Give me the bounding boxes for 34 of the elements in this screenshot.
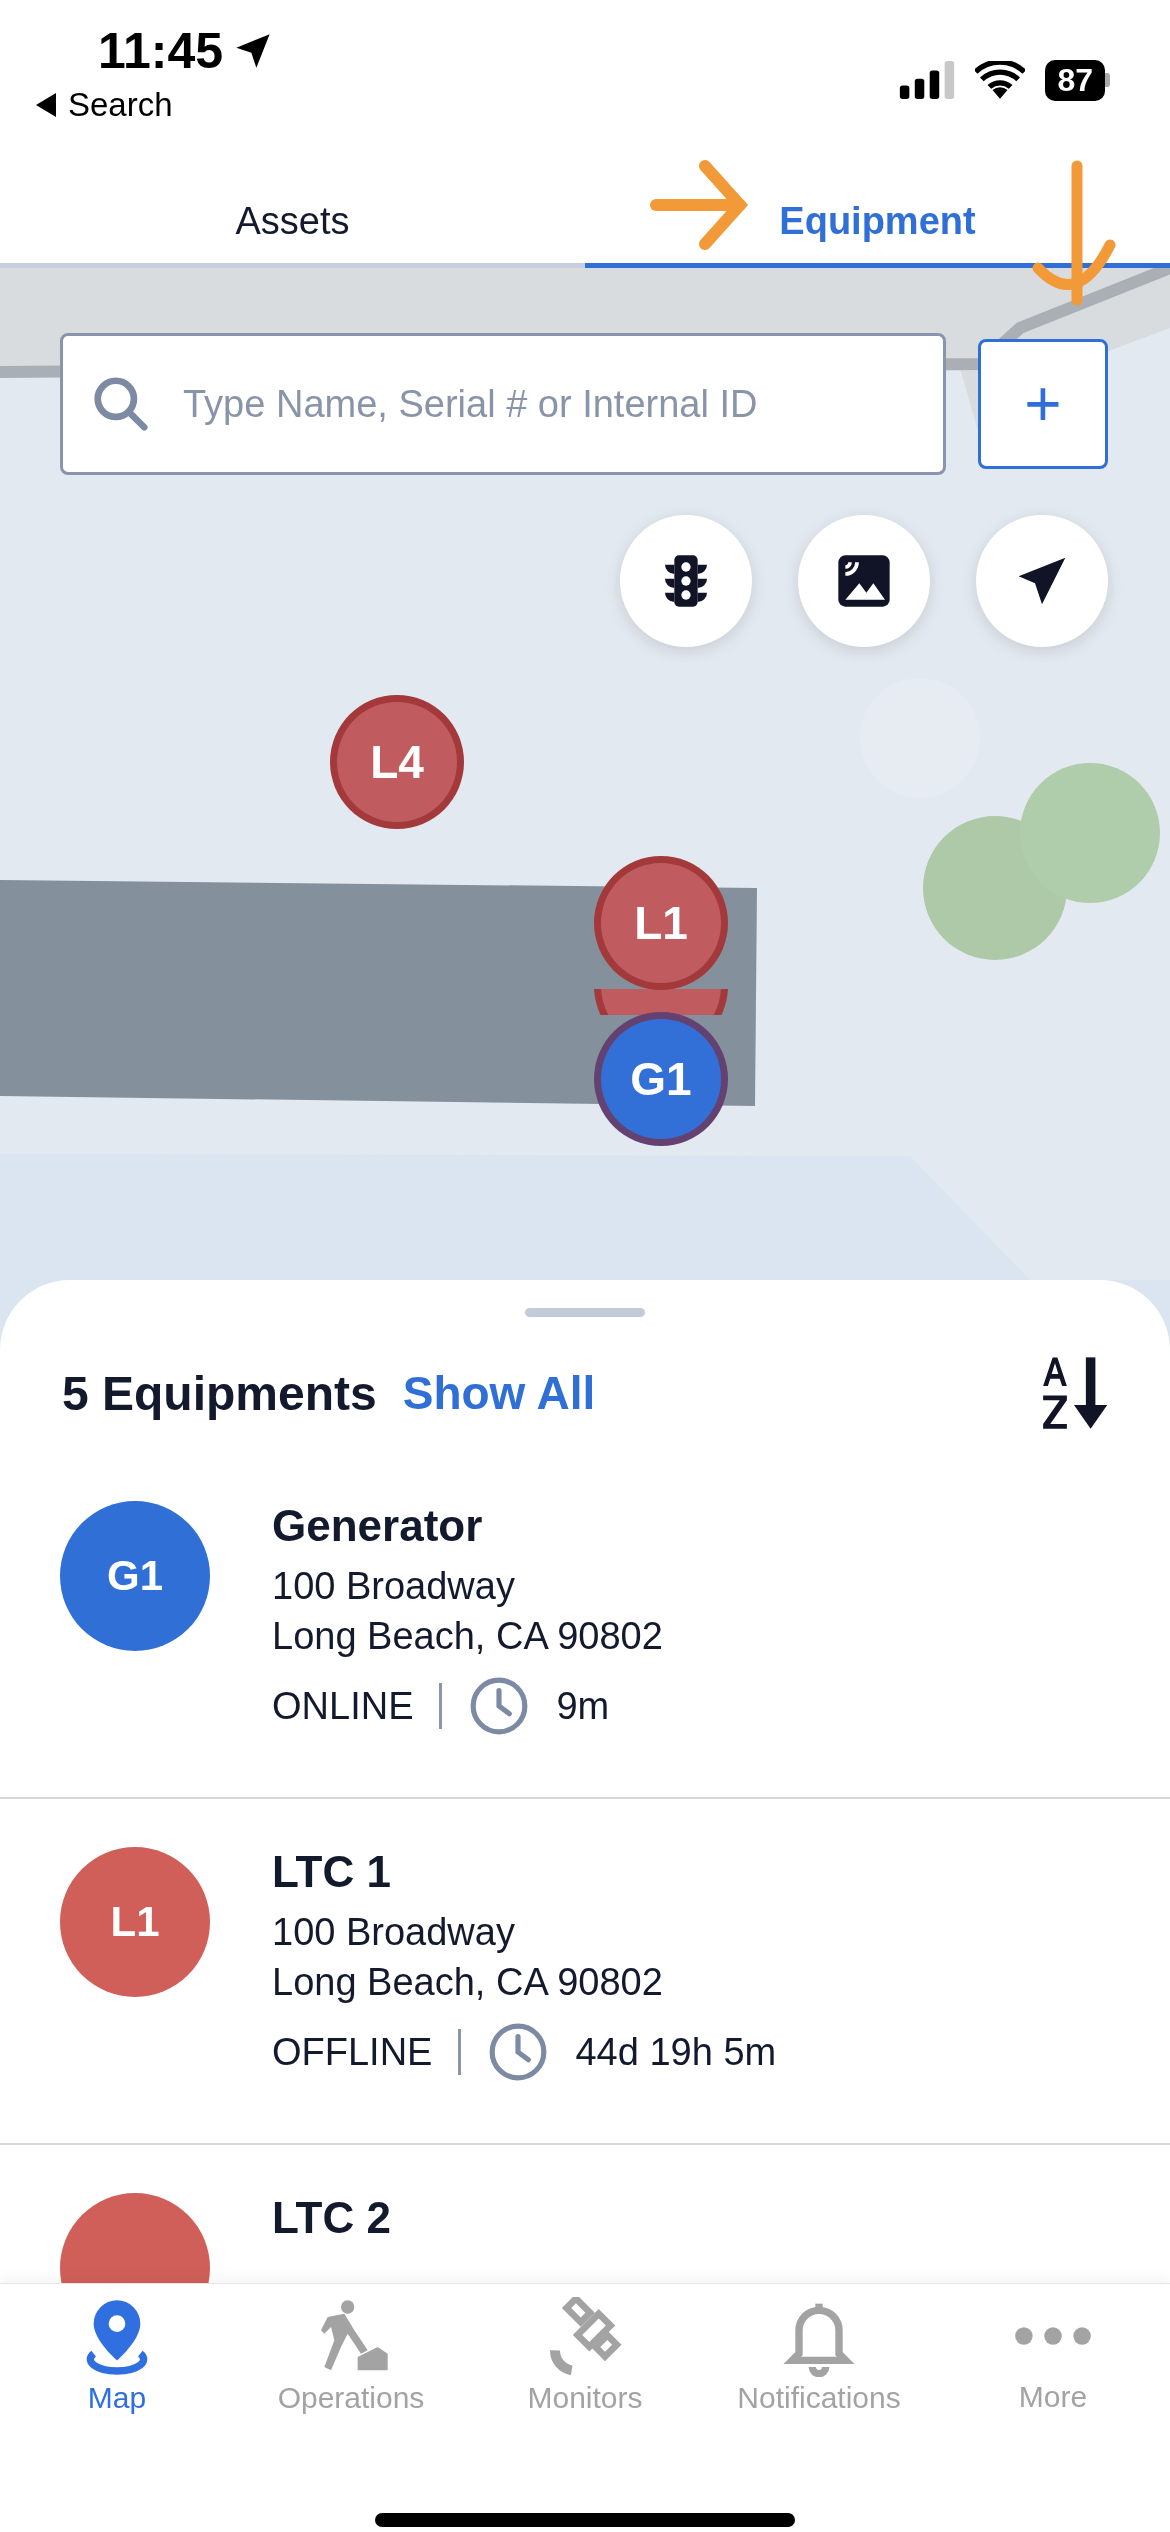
wifi-icon [975, 61, 1026, 99]
tab-bar-item[interactable]: Notifications [709, 2296, 929, 2453]
tab-bar-item[interactable]: Monitors [475, 2296, 695, 2453]
status-time: 11:45 [98, 22, 224, 80]
search-field[interactable]: Type Name, Serial # or Internal ID [60, 333, 946, 475]
add-button[interactable]: + [978, 339, 1108, 469]
show-all-link[interactable]: Show All [402, 1366, 1012, 1420]
elapsed-time: 9m [556, 1684, 610, 1728]
equipment-name: LTC 2 [272, 2193, 391, 2243]
equipment-avatar: G1 [60, 1501, 210, 1651]
tab-bar-item[interactable]: More [943, 2296, 1163, 2453]
status-text: OFFLINE [272, 2030, 433, 2074]
equipment-count: 5 Equipments [62, 1365, 377, 1421]
equipment-name: Generator [272, 1501, 484, 1551]
equipment-name: LTC 1 [272, 1847, 392, 1897]
elapsed-time: 44d 19h 5m [575, 2030, 777, 2074]
drag-handle[interactable] [525, 1308, 645, 1317]
map-marker[interactable] [594, 989, 728, 1015]
address-line: 100 Broadway [272, 1564, 516, 1609]
address-line: 100 Broadway [272, 1910, 516, 1955]
address-line: Long Beach, CA 90802 [272, 1960, 664, 2005]
back-arrow-icon [36, 93, 56, 117]
battery-indicator: 87 [1045, 59, 1110, 101]
tab-bar-item[interactable]: Operations [241, 2296, 461, 2453]
image-icon [836, 553, 892, 609]
status-text: ONLINE [272, 1684, 414, 1728]
more-dots-icon [1013, 2325, 1093, 2347]
tab-bar-item[interactable]: Map [7, 2296, 227, 2453]
equipment-row[interactable]: L1 LTC 1 100 Broadway Long Beach, CA 90802 OFFLINE 44d 19h 5m [0, 1847, 1170, 2145]
equipment-avatar: L1 [60, 1847, 210, 1997]
address-line: Long Beach, CA 90802 [272, 1614, 663, 1659]
signal-icon [899, 61, 956, 99]
equipment-row[interactable]: G1 Generator 100 Broadway Long Beach, CA 90802 ONLINE 9m [0, 1501, 1170, 1799]
back-link[interactable]: Search [36, 86, 274, 124]
